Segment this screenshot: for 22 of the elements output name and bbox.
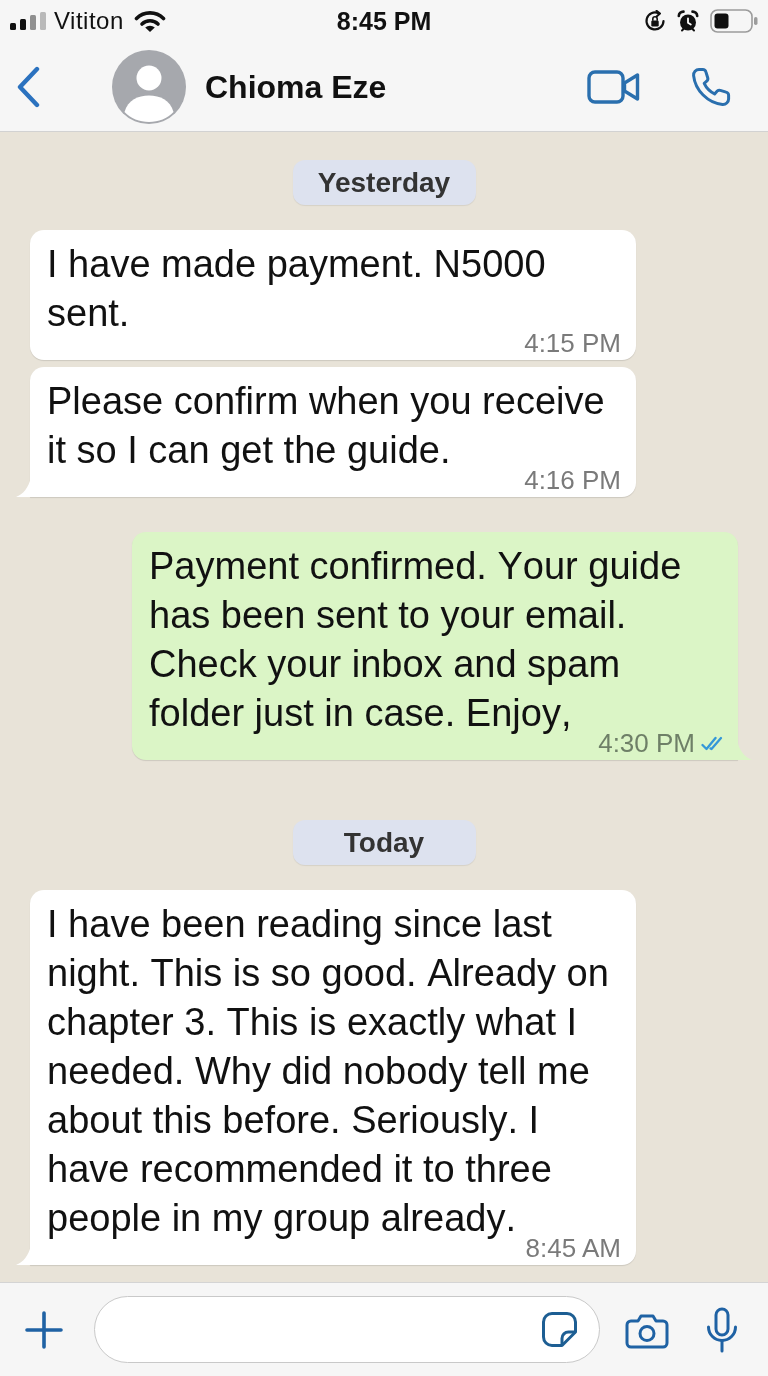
- microphone-icon: [705, 1306, 739, 1353]
- status-time: 8:45 PM: [336, 6, 432, 36]
- date-divider: Yesterday: [292, 160, 476, 205]
- back-icon: [15, 65, 41, 108]
- add-button[interactable]: [25, 1310, 63, 1349]
- contact-name[interactable]: Chioma Eze: [205, 67, 587, 106]
- back-button[interactable]: [15, 65, 41, 108]
- sticker-icon: [541, 1311, 578, 1348]
- voice-message-button[interactable]: [705, 1306, 739, 1353]
- voice-call-button[interactable]: [690, 65, 732, 108]
- wifi-icon: [133, 9, 166, 33]
- battery-icon: [710, 9, 758, 33]
- alarm-clock-icon: [677, 10, 699, 32]
- phone-icon: [690, 65, 732, 108]
- video-camera-icon: [587, 68, 640, 105]
- plus-icon: [25, 1310, 63, 1349]
- rotation-lock-icon: [644, 10, 666, 32]
- sticker-button[interactable]: [541, 1311, 578, 1348]
- date-divider: Today: [292, 820, 476, 865]
- signal-icon: [10, 12, 46, 30]
- carrier-name: Vititon: [54, 7, 124, 35]
- video-call-button[interactable]: [587, 68, 640, 105]
